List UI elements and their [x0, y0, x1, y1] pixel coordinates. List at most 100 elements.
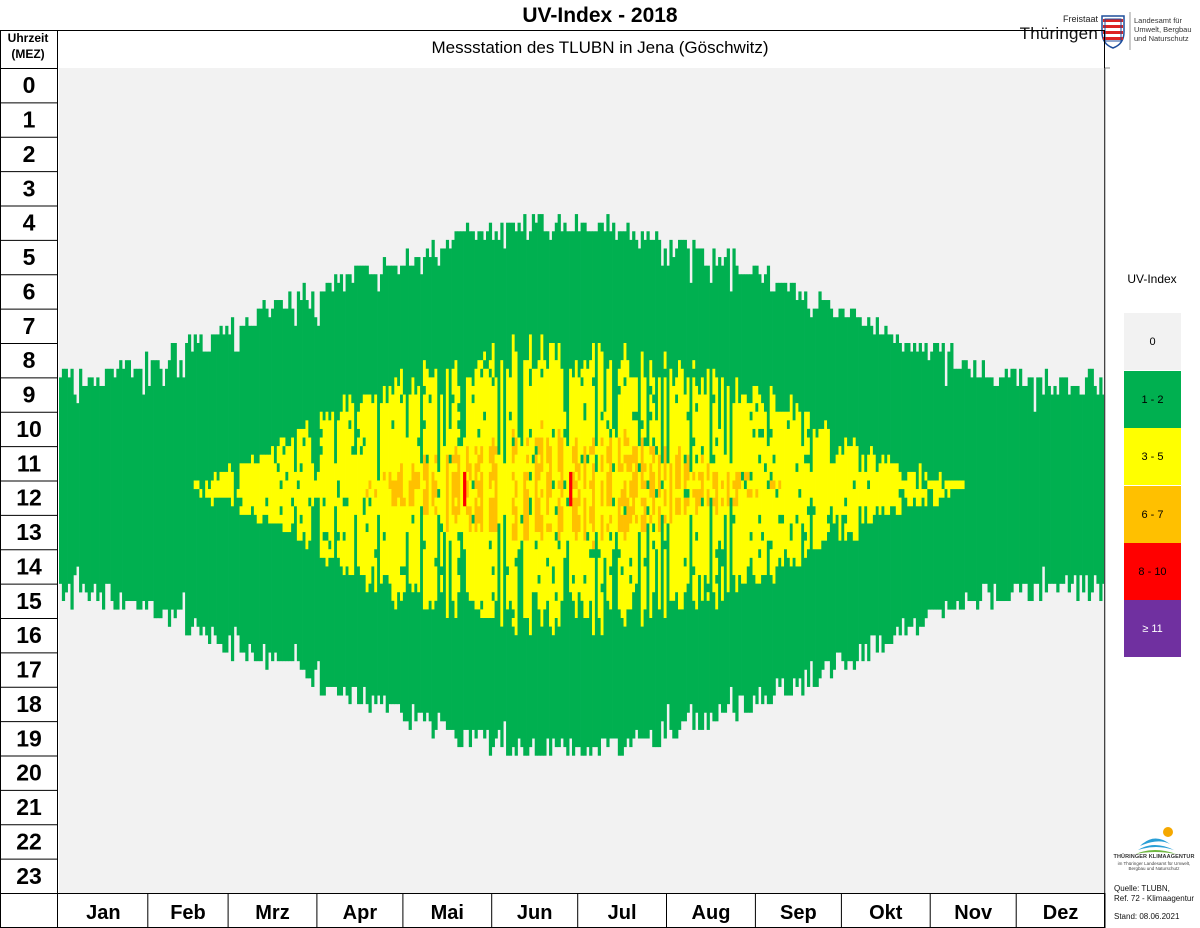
heatmap-cell	[540, 514, 544, 541]
heatmap-cell	[279, 514, 283, 524]
heatmap-cell	[357, 411, 361, 430]
heatmap-cell	[325, 411, 329, 533]
heatmap-cell	[259, 454, 263, 524]
heatmap-cell	[663, 506, 667, 516]
heatmap-cell	[1093, 385, 1097, 576]
heatmap-cell	[635, 239, 639, 378]
heatmap-cell	[549, 626, 553, 756]
heatmap-cell	[678, 609, 682, 730]
heatmap-cell	[477, 471, 481, 481]
heatmap-cell	[600, 583, 604, 593]
heatmap-cell	[729, 291, 733, 464]
heatmap-cell	[786, 428, 791, 559]
heatmap-cell	[322, 420, 326, 498]
heatmap-cell	[528, 514, 533, 636]
heatmap-cell	[465, 514, 470, 593]
heatmap-cell	[336, 282, 341, 421]
heatmap-cell	[640, 351, 644, 421]
heatmap-cell	[849, 308, 854, 447]
heatmap-cell	[162, 385, 166, 610]
heatmap-cell	[230, 317, 235, 473]
heatmap-cell	[230, 471, 235, 507]
heatmap-cell	[812, 428, 816, 507]
heatmap-cell	[930, 489, 934, 610]
heatmap-cell	[617, 394, 622, 438]
heatmap-cell	[454, 506, 458, 524]
heatmap-cell	[508, 420, 513, 602]
heatmap-cell	[122, 368, 126, 610]
heatmap-cell	[901, 480, 905, 490]
heatmap-cell	[835, 454, 839, 516]
heatmap-cell	[592, 532, 596, 541]
heatmap-cell	[147, 385, 152, 602]
heatmap-cell	[832, 523, 836, 670]
heatmap-cell	[887, 514, 891, 644]
heatmap-cell	[643, 377, 647, 438]
heatmap-cell	[351, 454, 355, 576]
heatmap-cell	[336, 420, 341, 481]
heatmap-cell	[431, 239, 435, 378]
heatmap-cell	[434, 506, 438, 516]
heatmap-cell	[597, 343, 601, 550]
heatmap-cell	[110, 368, 114, 602]
heatmap-cell	[715, 575, 719, 584]
heatmap-cell	[683, 454, 687, 464]
heatmap-cell	[445, 368, 450, 455]
heatmap-cell	[709, 497, 713, 713]
heatmap-cell	[592, 557, 596, 636]
heatmap-cell	[448, 428, 452, 455]
heatmap-cell	[574, 471, 579, 481]
heatmap-cell	[629, 377, 633, 455]
heatmap-cell	[511, 480, 516, 498]
heatmap-cell	[1004, 368, 1008, 602]
heatmap-cell	[434, 566, 438, 602]
heatmap-cell	[680, 368, 685, 610]
heatmap-cell	[514, 566, 518, 636]
heatmap-cell	[402, 394, 407, 498]
heatmap-cell	[549, 343, 553, 447]
heatmap-cell	[732, 480, 736, 490]
heatmap-cell	[342, 506, 346, 533]
heatmap-cell	[855, 446, 859, 541]
heatmap-cell	[703, 394, 708, 576]
heatmap-cell	[400, 600, 404, 713]
heatmap-cell	[600, 506, 604, 516]
heatmap-cell	[1010, 368, 1014, 593]
heatmap-cell	[526, 360, 530, 438]
heatmap-cell	[454, 497, 458, 507]
heatmap-cell	[786, 420, 791, 430]
heatmap-cell	[657, 609, 662, 748]
heatmap-cell	[806, 428, 811, 438]
heatmap-cell	[695, 540, 699, 610]
heatmap-cell	[890, 334, 894, 464]
heatmap-cell	[646, 489, 650, 507]
heatmap-cell	[683, 566, 687, 593]
heatmap-cell	[534, 368, 538, 438]
heatmap-cell	[437, 514, 441, 713]
heatmap-cell	[600, 454, 604, 473]
heatmap-cell	[271, 308, 275, 447]
heatmap-cell	[477, 506, 481, 524]
heatmap-cell	[755, 265, 759, 387]
heatmap-cell	[282, 532, 286, 662]
heatmap-cell	[867, 480, 871, 490]
heatmap-cell	[583, 222, 587, 361]
heatmap-cell	[328, 549, 332, 559]
heatmap-cell	[683, 592, 687, 722]
heatmap-cell	[692, 446, 696, 473]
heatmap-cell	[577, 480, 581, 490]
heatmap-cell	[772, 489, 776, 584]
heatmap-cell	[726, 248, 730, 387]
heatmap-cell	[325, 532, 329, 541]
heatmap-cell	[422, 394, 427, 421]
heatmap-cell	[592, 377, 596, 387]
heatmap-cell	[772, 583, 776, 696]
heatmap-cell	[655, 549, 659, 748]
heatmap-cell	[563, 480, 567, 490]
heatmap-cell	[612, 471, 616, 498]
heatmap-cell	[219, 325, 223, 473]
heatmap-cell	[827, 300, 831, 430]
heatmap-cell	[763, 411, 768, 464]
heatmap-cell	[540, 214, 544, 335]
heatmap-cell	[935, 480, 940, 507]
